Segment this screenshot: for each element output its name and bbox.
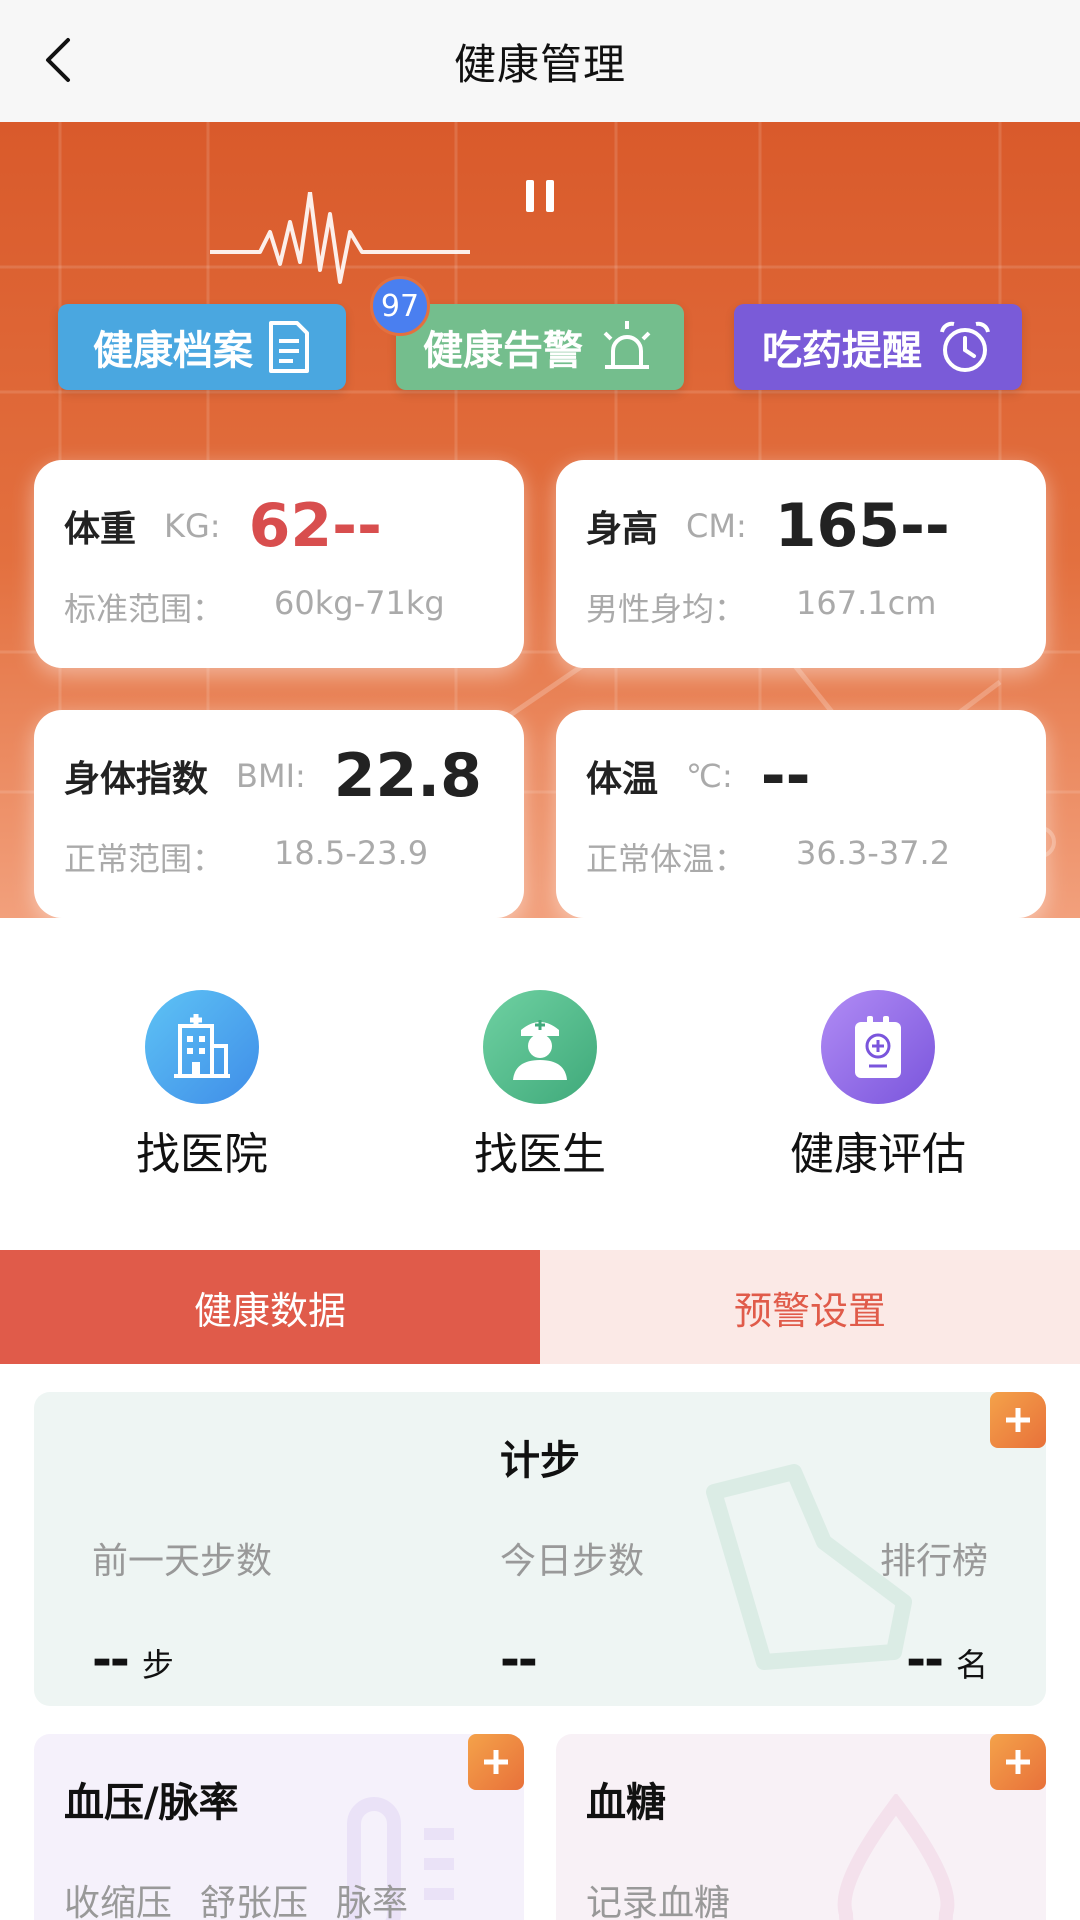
ranking-label[interactable]: 排行榜 [880, 1532, 988, 1584]
temperature-unit: ℃: [686, 757, 733, 795]
weight-unit: KG: [164, 507, 221, 545]
clipboard-plus-icon [821, 990, 935, 1104]
record-blood-sugar-label[interactable]: 记录血糖 [586, 1874, 730, 1920]
drop-watermark-icon [837, 1794, 955, 1920]
health-management-page: 健康管理 健康档案 健康告警 吃药提醒 97 体重 KG: 62-- 标准范围：… [0, 0, 1080, 1920]
tab-health-data[interactable]: 健康数据 [0, 1250, 540, 1364]
temperature-value: -- [760, 741, 811, 811]
medicine-reminder-button[interactable]: 吃药提醒 [734, 304, 1022, 390]
health-record-button[interactable]: 健康档案 [58, 304, 346, 390]
bmi-range-label: 正常范围： [64, 840, 225, 878]
bmi-range-value: 18.5-23.9 [274, 834, 429, 872]
height-average-label: 男性身均： [586, 590, 747, 628]
diastolic-label: 舒张压 [200, 1883, 309, 1920]
plus-icon [484, 1750, 508, 1774]
back-button[interactable] [28, 30, 88, 90]
hospital-icon [145, 990, 259, 1104]
temperature-range-label: 正常体温： [586, 840, 747, 878]
height-unit: CM: [686, 507, 747, 545]
height-value: 165-- [774, 491, 950, 561]
today-steps-value: -- [500, 1632, 538, 1688]
chevron-left-icon [46, 38, 70, 82]
health-alert-label: 健康告警 [423, 328, 583, 374]
ranking-value: -- 名 [906, 1632, 988, 1688]
page-title: 健康管理 [453, 39, 626, 89]
blood-sugar-card[interactable]: 血糖 记录血糖 [556, 1734, 1046, 1920]
blood-sugar-labels: 记录血糖 [586, 1874, 730, 1920]
alarm-clock-icon [940, 321, 990, 372]
today-steps-label: 今日步数 [500, 1541, 645, 1582]
hero-banner: 健康档案 健康告警 吃药提醒 97 体重 KG: 62-- 标准范围： 60kg… [0, 122, 1080, 918]
steps-title: 计步 [500, 1438, 580, 1484]
step-counter-card[interactable]: 计步 前一天步数 今日步数 排行榜 -- 步 -- -- 名 [34, 1392, 1046, 1706]
temperature-label: 体温 [586, 759, 659, 800]
weight-value: 62-- [248, 491, 382, 561]
health-record-label: 健康档案 [93, 328, 253, 374]
find-hospital-label: 找医院 [136, 1129, 268, 1180]
tab-bar: 健康数据 预警设置 [0, 1250, 1080, 1364]
bmi-card[interactable]: 身体指数 BMI: 22.8 正常范围： 18.5-23.9 [34, 710, 524, 918]
weight-label: 体重 [64, 509, 137, 550]
temperature-card[interactable]: 体温 ℃: -- 正常体温： 36.3-37.2 [556, 710, 1046, 918]
bmi-value: 22.8 [333, 741, 482, 811]
height-label: 身高 [586, 509, 659, 550]
blood-pressure-title: 血压/脉率 [64, 1780, 239, 1826]
heartbeat-line-icon [210, 192, 470, 284]
tab-warning-settings[interactable]: 预警设置 [540, 1250, 1080, 1364]
today-steps-number: -- [500, 1632, 538, 1688]
plus-icon [1006, 1750, 1030, 1774]
top-bar: 健康管理 [0, 0, 1080, 122]
alarm-light-icon [603, 321, 651, 369]
medicine-reminder-label: 吃药提醒 [762, 328, 922, 374]
alert-count-badge: 97 [370, 276, 430, 336]
document-icon [269, 321, 309, 373]
weight-card[interactable]: 体重 KG: 62-- 标准范围： 60kg-71kg [34, 460, 524, 668]
pause-icon[interactable] [526, 180, 554, 216]
find-doctor-label: 找医生 [474, 1129, 606, 1180]
find-doctor-button[interactable]: 找医生 [420, 990, 660, 1182]
yesterday-steps-number: -- [92, 1632, 130, 1688]
health-assessment-button[interactable]: 健康评估 [758, 990, 998, 1182]
blood-pressure-card[interactable]: 血压/脉率 收缩压 舒张压 脉率 [34, 1734, 524, 1920]
weight-range-label: 标准范围： [64, 590, 225, 628]
pulse-label: 脉率 [336, 1883, 409, 1920]
doctor-icon [483, 990, 597, 1104]
health-assessment-label: 健康评估 [790, 1129, 966, 1180]
find-hospital-button[interactable]: 找医院 [82, 990, 322, 1182]
bmi-unit: BMI: [236, 757, 306, 795]
blood-pressure-labels: 收缩压 舒张压 脉率 [64, 1874, 408, 1920]
add-blood-sugar-button[interactable] [990, 1734, 1046, 1790]
blood-sugar-title: 血糖 [586, 1780, 666, 1826]
weight-range-value: 60kg-71kg [274, 584, 445, 622]
yesterday-steps-value: -- 步 [92, 1632, 174, 1688]
yesterday-steps-label: 前一天步数 [92, 1541, 273, 1582]
add-blood-pressure-button[interactable] [468, 1734, 524, 1790]
bmi-label: 身体指数 [64, 759, 209, 800]
systolic-label: 收缩压 [64, 1883, 173, 1920]
height-card[interactable]: 身高 CM: 165-- 男性身均： 167.1cm [556, 460, 1046, 668]
health-alert-button[interactable]: 健康告警 [396, 304, 684, 390]
ranking-unit: 名 [955, 1646, 988, 1684]
height-average-value: 167.1cm [796, 584, 937, 622]
ranking-number: -- [906, 1632, 944, 1688]
yesterday-steps-unit: 步 [141, 1646, 174, 1684]
temperature-range-value: 36.3-37.2 [796, 834, 951, 872]
